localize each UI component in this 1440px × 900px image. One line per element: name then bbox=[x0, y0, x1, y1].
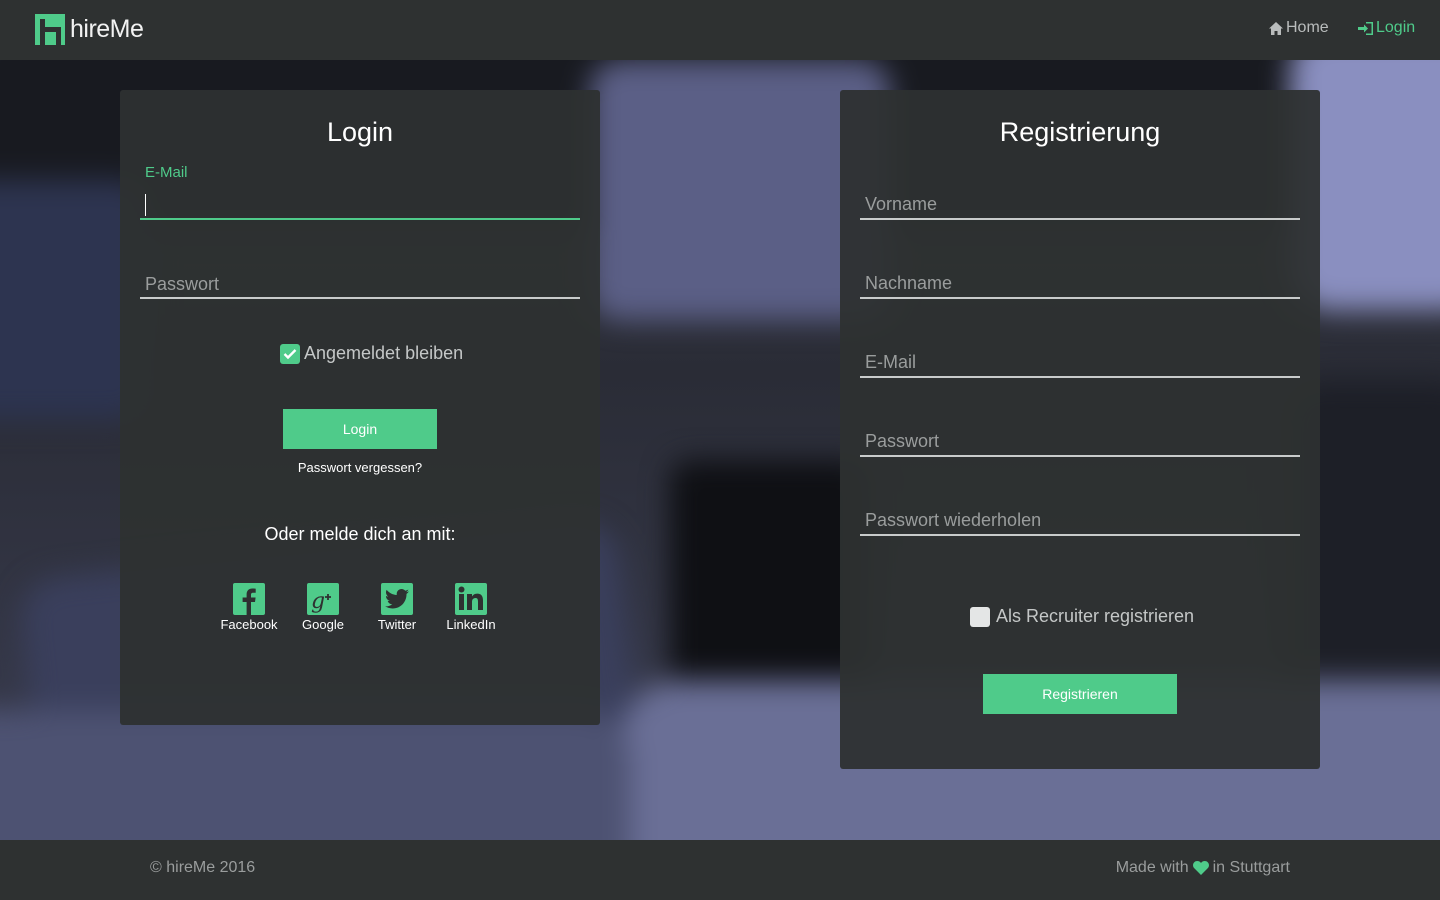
forgot-password-link[interactable]: Passwort vergessen? bbox=[120, 460, 600, 475]
register-lastname-underline bbox=[860, 297, 1300, 299]
linkedin-label: LinkedIn bbox=[446, 617, 496, 632]
remember-me-label: Angemeldet bleiben bbox=[304, 343, 464, 363]
checkbox-checked-icon bbox=[280, 343, 300, 364]
google-label: Google bbox=[302, 617, 344, 632]
navbar: hireMe Home Login bbox=[0, 0, 1440, 60]
facebook-icon bbox=[233, 583, 265, 615]
register-title: Registrierung bbox=[999, 117, 1161, 147]
hireme-logo-icon bbox=[35, 14, 65, 45]
login-email-field[interactable]: E-Mail bbox=[140, 164, 580, 220]
facebook-label: Facebook bbox=[220, 617, 278, 632]
login-email-underline bbox=[140, 218, 580, 220]
register-email-label: E-Mail bbox=[865, 352, 917, 372]
linkedin-login-button[interactable]: LinkedIn bbox=[431, 583, 511, 632]
checkbox-unchecked-icon bbox=[970, 606, 990, 627]
register-email-underline bbox=[860, 376, 1300, 378]
facebook-login-button[interactable]: Facebook bbox=[209, 583, 289, 632]
register-password-repeat-field[interactable]: Passwort wiederholen bbox=[860, 507, 1300, 537]
login-button[interactable]: Login bbox=[283, 409, 437, 449]
register-lastname-field[interactable]: Nachname bbox=[860, 270, 1300, 300]
copyright-text: © hireMe 2016 bbox=[150, 859, 256, 876]
nav-login-link[interactable]: Login bbox=[1358, 19, 1415, 37]
linkedin-icon bbox=[455, 583, 487, 615]
nav-home-link[interactable]: Home bbox=[1269, 19, 1329, 37]
register-panel: Registrierung Vorname Nachname E-Mail Pa… bbox=[840, 90, 1320, 769]
nav-home-label: Home bbox=[1286, 19, 1329, 36]
register-email-field[interactable]: E-Mail bbox=[860, 349, 1300, 379]
register-password-repeat-underline bbox=[860, 534, 1300, 536]
register-button[interactable]: Registrieren bbox=[983, 674, 1177, 714]
made-with-suffix: in Stuttgart bbox=[1212, 859, 1290, 876]
footer: © hireMe 2016 Made with in Stuttgart bbox=[0, 840, 1440, 900]
made-with-prefix: Made with bbox=[1115, 859, 1189, 876]
twitter-icon bbox=[381, 583, 413, 615]
register-password-label: Passwort bbox=[865, 431, 940, 451]
register-lastname-label: Nachname bbox=[865, 273, 953, 293]
social-login-heading: Oder melde dich an mit: bbox=[264, 524, 456, 544]
recruiter-checkbox[interactable]: Als Recruiter registrieren bbox=[970, 606, 1194, 627]
twitter-label: Twitter bbox=[377, 617, 417, 632]
remember-me-checkbox[interactable]: Angemeldet bleiben bbox=[280, 343, 463, 364]
text-caret bbox=[145, 194, 146, 216]
made-with-text: Made with in Stuttgart bbox=[1116, 859, 1290, 877]
register-firstname-label: Vorname bbox=[865, 194, 938, 214]
home-icon bbox=[1269, 21, 1283, 35]
sign-in-icon bbox=[1358, 21, 1373, 35]
login-title: Login bbox=[326, 117, 394, 147]
login-password-label: Passwort bbox=[145, 274, 220, 294]
nav-login-label: Login bbox=[1376, 19, 1416, 36]
login-panel: Login E-Mail Passwort Angemeldet bleiben… bbox=[120, 90, 600, 725]
svg-text:g: g bbox=[311, 589, 325, 614]
google-plus-icon: g bbox=[307, 583, 339, 615]
google-login-button[interactable]: g Google bbox=[283, 583, 363, 632]
register-firstname-field[interactable]: Vorname bbox=[860, 191, 1300, 221]
brand-name: hireMe bbox=[70, 15, 144, 43]
login-password-underline bbox=[140, 297, 580, 299]
brand-link[interactable]: hireMe bbox=[35, 14, 144, 45]
recruiter-label: Als Recruiter registrieren bbox=[996, 606, 1195, 626]
register-password-underline bbox=[860, 455, 1300, 457]
register-firstname-underline bbox=[860, 218, 1300, 220]
register-password-field[interactable]: Passwort bbox=[860, 428, 1300, 458]
heart-icon bbox=[1192, 861, 1209, 875]
twitter-login-button[interactable]: Twitter bbox=[357, 583, 437, 632]
register-password-repeat-label: Passwort wiederholen bbox=[865, 510, 1042, 530]
login-email-label: E-Mail bbox=[145, 164, 188, 181]
login-password-field[interactable]: Passwort bbox=[140, 270, 580, 300]
